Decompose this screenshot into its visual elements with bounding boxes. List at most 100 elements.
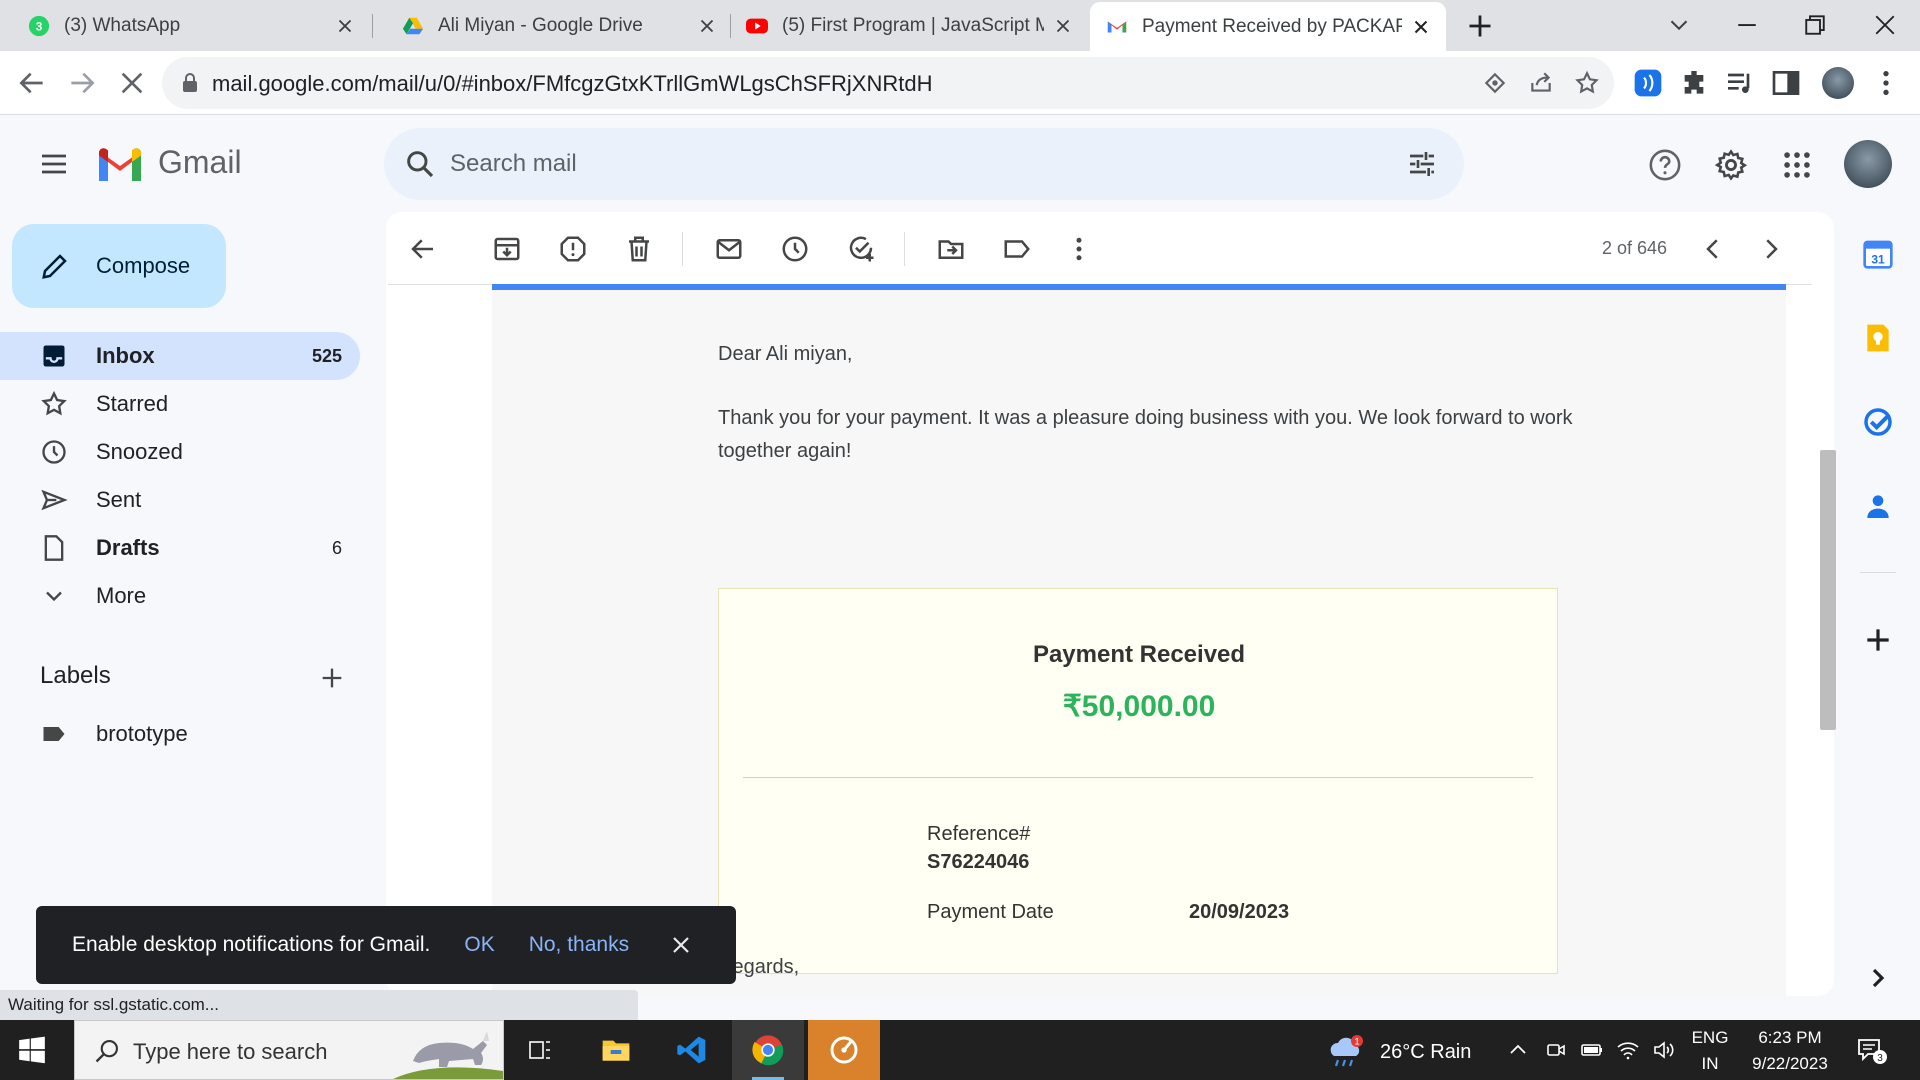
new-tab-icon[interactable] [1466,12,1494,40]
taskbar-chrome[interactable] [732,1020,804,1080]
google-contacts-icon[interactable] [1862,490,1894,522]
close-tab-icon[interactable] [696,15,718,37]
taskbar-vscode[interactable] [656,1020,728,1080]
taskbar-search-box[interactable]: Type here to search [74,1020,504,1080]
google-apps-icon[interactable] [1780,148,1814,182]
search-input[interactable] [450,142,1350,186]
forward-arrow-icon[interactable] [66,67,98,99]
google-keep-icon[interactable] [1862,322,1894,354]
windows-start-icon[interactable] [18,1036,46,1064]
add-to-tasks-icon[interactable] [846,234,876,264]
stop-loading-icon[interactable] [116,67,148,99]
toast-ok-button[interactable]: OK [464,933,494,957]
clock-date[interactable]: 9/22/2023 [1742,1054,1838,1074]
sidebar-item-snoozed[interactable]: Snoozed [0,428,360,476]
more-vert-icon[interactable] [1870,67,1902,99]
share-icon[interactable] [1528,70,1554,96]
input-language-bottom[interactable]: IN [1690,1054,1730,1074]
media-controls-icon[interactable] [1724,67,1756,99]
task-view-icon[interactable] [526,1038,554,1062]
google-calendar-icon[interactable]: 31 [1862,238,1894,270]
extension-read-aloud-icon[interactable] [1632,67,1664,99]
report-spam-icon[interactable] [558,234,588,264]
sidebar-label-brototype[interactable]: brototype [0,710,360,758]
tab-gmail-active[interactable]: Payment Received by PACKAPEER [1090,2,1446,51]
create-label-icon[interactable] [318,664,346,692]
tab-whatsapp[interactable]: 3 (3) WhatsApp [0,0,370,51]
extensions-puzzle-icon[interactable] [1678,67,1710,99]
clock-time[interactable]: 6:23 PM [1742,1028,1838,1048]
email-greeting: Dear Ali miyan, [718,343,853,365]
sidebar-item-starred[interactable]: Starred [0,380,360,428]
taskbar-app-orange[interactable] [808,1020,880,1080]
volume-speaker-icon[interactable] [1652,1038,1676,1062]
move-to-folder-icon[interactable] [936,234,966,264]
newer-chevron-left-icon[interactable] [1698,234,1728,264]
bookmark-star-icon[interactable] [1574,70,1600,96]
sidebar-item-drafts[interactable]: Drafts 6 [0,524,360,572]
label-icon[interactable] [1002,234,1032,264]
search-bar[interactable] [384,128,1464,200]
sidebar-item-inbox[interactable]: Inbox 525 [0,332,360,380]
compose-button[interactable]: Compose [12,224,226,308]
scrollbar-thumb[interactable] [1820,450,1836,730]
close-icon[interactable] [669,933,693,957]
message-pager: 2 of 646 [1602,238,1668,258]
sidebar-item-more[interactable]: More [0,572,360,620]
action-center-notification-icon[interactable]: 3 [1856,1036,1888,1066]
back-to-inbox-icon[interactable] [408,234,438,264]
delete-trash-icon[interactable] [624,234,654,264]
meet-now-icon[interactable] [1544,1038,1568,1062]
toast-no-thanks-button[interactable]: No, thanks [529,933,629,957]
close-window-icon[interactable] [1870,10,1900,40]
side-panel-divider [1860,572,1896,573]
profile-avatar[interactable] [1822,67,1854,99]
google-tasks-icon[interactable] [1862,406,1894,438]
older-chevron-right-icon[interactable] [1756,234,1786,264]
input-language-top[interactable]: ENG [1690,1028,1730,1048]
tab-divider [730,14,731,38]
back-arrow-icon[interactable] [16,67,48,99]
account-avatar[interactable] [1844,140,1892,188]
email-body: Dear Ali miyan, Thank you for your payme… [492,284,1786,996]
gmail-logo[interactable]: Gmail [96,144,242,181]
more-options-icon[interactable] [1064,234,1094,264]
taskbar-file-explorer[interactable] [580,1020,652,1080]
tab-search-icon[interactable] [1664,10,1694,40]
labels-heading: Labels [40,662,111,689]
expand-side-panel-icon[interactable] [1862,962,1894,994]
search-icon[interactable] [404,148,436,180]
minimize-icon[interactable] [1732,10,1762,40]
side-panel-icon[interactable] [1770,67,1802,99]
receipt-title: Payment Received [1032,641,1246,668]
tab-youtube[interactable]: (5) First Program | JavaScript Mal [732,0,1088,51]
close-tab-icon[interactable] [1052,15,1074,37]
reference-label: Reference# [927,823,1031,845]
url-text[interactable]: mail.google.com/mail/u/0/#inbox/FMfcgzGt… [212,71,933,97]
tab-title: (5) First Program | JavaScript Mal [782,14,1044,36]
snooze-clock-icon[interactable] [780,234,810,264]
inbox-icon [43,345,65,367]
restore-icon[interactable] [1800,10,1830,40]
mark-unread-icon[interactable] [714,234,744,264]
chevron-down-icon [46,591,62,602]
main-menu-icon[interactable] [38,148,70,180]
tab-google-drive[interactable]: Ali Miyan - Google Drive [374,0,732,51]
search-highlight-rhino-image [393,1031,503,1079]
help-icon[interactable] [1648,148,1682,182]
close-tab-icon[interactable] [1410,16,1432,38]
close-tab-icon[interactable] [334,15,356,37]
get-addons-plus-icon[interactable] [1862,624,1894,656]
weather-widget[interactable]: 1 26°C Rain [1326,1034,1471,1070]
address-bar[interactable]: mail.google.com/mail/u/0/#inbox/FMfcgzGt… [162,57,1614,109]
chrome-icon [752,1035,784,1066]
search-options-icon[interactable] [1406,148,1438,180]
settings-gear-icon[interactable] [1714,148,1748,182]
battery-icon[interactable] [1580,1038,1604,1062]
sidebar-item-sent[interactable]: Sent [0,476,360,524]
show-hidden-icons-chevron-up-icon[interactable] [1506,1038,1530,1062]
lens-icon[interactable] [1482,70,1508,96]
lock-icon[interactable] [180,72,200,94]
wifi-icon[interactable] [1616,1038,1640,1062]
archive-icon[interactable] [492,234,522,264]
